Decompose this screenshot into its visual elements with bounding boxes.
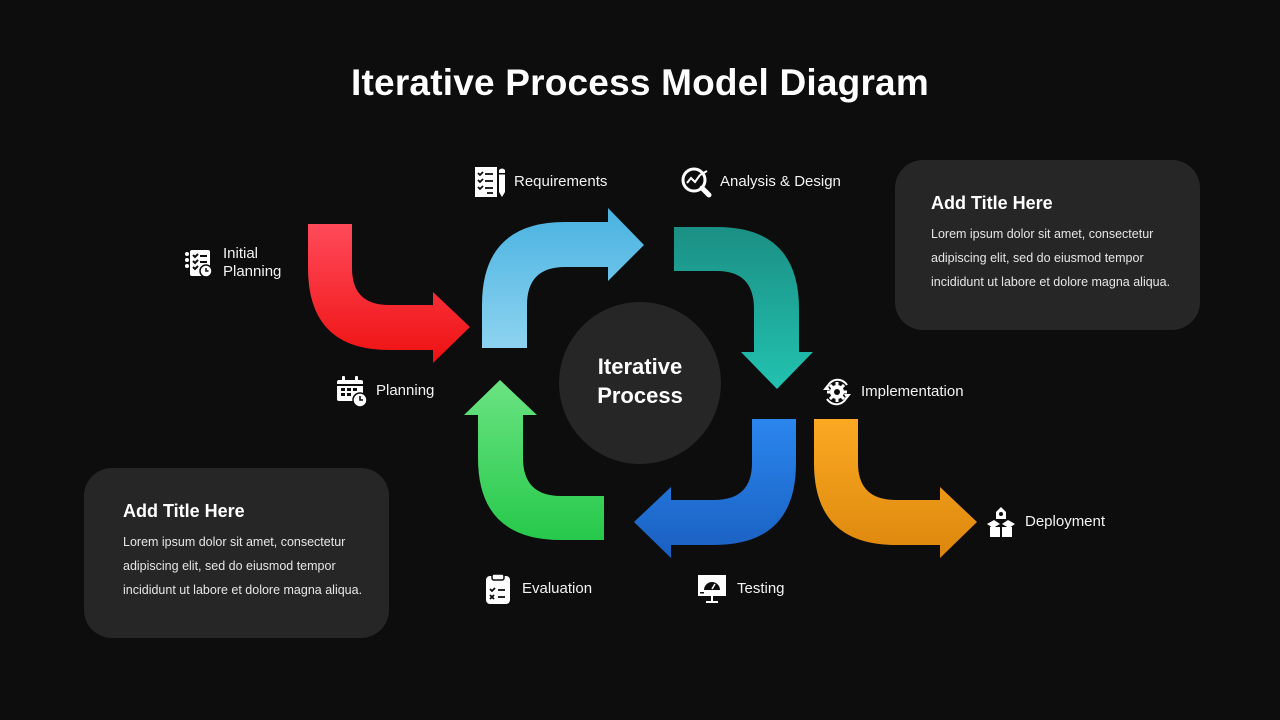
step-planning: Planning [336,375,434,407]
step-requirements: Requirements [474,166,607,198]
step-label-testing: Testing [737,580,785,597]
monitor-gauge-icon [697,573,729,605]
step-label-evaluation: Evaluation [522,580,593,597]
card-title: Add Title Here [123,501,245,521]
card-body: Lorem ipsum dolor sit amet, consectetur … [931,227,1171,289]
center-label-line1: Iterative [597,354,683,379]
calendar-clock-icon [336,375,368,407]
step-label-requirements: Requirements [514,173,608,190]
step-testing: Testing [697,573,785,605]
step-analysis-design: Analysis & Design [680,166,841,198]
center-label-line2: Process [597,383,683,408]
step-initial-planning: Initial Planning [183,245,281,281]
card-title: Add Title Here [931,193,1053,213]
arrow-initial-planning [308,224,470,363]
step-implementation: Implementation [821,376,964,408]
step-label-analysis-design: Analysis & Design [720,173,841,190]
step-label-implementation: Implementation [861,383,964,400]
arrow-deployment [814,419,977,558]
center-label: Iterative Process [559,352,721,410]
gear-cycle-icon [821,376,853,408]
box-rocket-icon [985,506,1017,538]
step-label-planning: Planning [376,382,435,399]
info-card-top-right: Add Title Here Lorem ipsum dolor sit ame… [895,160,1200,330]
step-deployment: Deployment [985,506,1105,538]
clipboard-checklist-icon [482,573,514,605]
info-card-bottom-left: Add Title Here Lorem ipsum dolor sit ame… [84,468,389,638]
chart-magnifier-icon [680,166,712,198]
step-evaluation: Evaluation [482,573,592,605]
checklist-clock-icon [183,247,215,279]
step-label-deployment: Deployment [1025,513,1106,530]
step-label-initial-planning: Initial Planning [223,245,282,280]
checklist-pencil-icon [474,166,506,198]
card-body: Lorem ipsum dolor sit amet, consectetur … [123,535,363,597]
